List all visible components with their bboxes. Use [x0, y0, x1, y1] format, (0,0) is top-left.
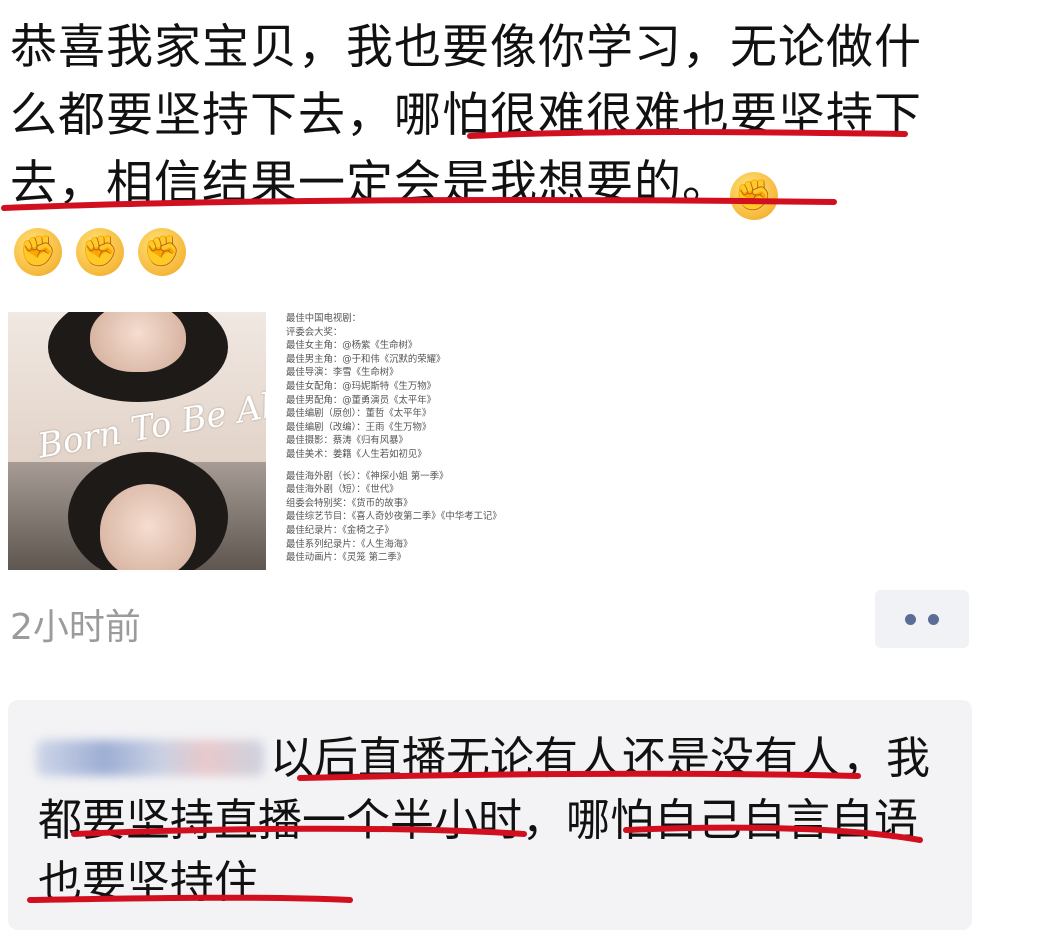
award-list-line: 最佳编剧（改编）：王雨《生万物》 — [286, 421, 432, 433]
poster-face-bottom — [100, 484, 196, 570]
poster-face-top — [90, 312, 186, 372]
raised-fist-emoji-icon: ✊ — [730, 172, 778, 220]
award-list-line: 最佳女配角：@玛妮斯特《生万物》 — [286, 380, 437, 392]
award-list-line: 最佳系列纪录片：《人生海海》 — [286, 538, 413, 550]
award-list-line: 最佳纪录片：《金椅之子》 — [286, 524, 394, 536]
award-list-line: 最佳综艺节目：《喜人奇妙夜第二季》《中华考工记》 — [286, 511, 502, 523]
comment-text: 以后直播无论有人还是没有人，我都要坚持直播一个半小时，哪怕自己自言自语也要坚持住 — [38, 728, 938, 914]
award-list-line: 评委会大奖： — [286, 326, 343, 338]
more-options-button[interactable] — [875, 590, 969, 648]
award-list-line: 最佳美术：姜籍《人生若如初见》 — [286, 448, 427, 460]
emoji-row: ✊ ✊ ✊ — [14, 228, 200, 276]
award-list-line: 最佳海外剧（长）：《神探小姐 第一季》 — [286, 470, 449, 482]
post-timestamp: 2小时前 — [10, 607, 141, 648]
award-list-line: 组委会特别奖：《货币的故事》 — [286, 497, 413, 509]
award-list-image[interactable]: 最佳中国电视剧： 评委会大奖： 最佳女主角：@杨紫《生命树》 最佳男主角：@于和伟《沉… — [286, 312, 516, 572]
award-list-line: 最佳男主角：@于和伟《沉默的荣耀》 — [286, 353, 446, 365]
post-body: 恭喜我家宝贝，我也要像你学习，无论做什么都要坚持下去，哪怕很难很难也要坚持下去，… — [10, 20, 922, 211]
award-list-gap — [286, 462, 516, 470]
more-dots-icon — [928, 613, 939, 625]
more-dots-icon — [905, 613, 916, 625]
comment-box: 以后直播无论有人还是没有人，我都要坚持直播一个半小时，哪怕自己自言自语也要坚持住 — [8, 700, 972, 930]
award-list-line: 最佳摄影：蔡涛《归有风暴》 — [286, 435, 408, 447]
raised-fist-emoji-icon: ✊ — [76, 228, 124, 276]
award-list-line: 最佳中国电视剧： — [286, 313, 362, 324]
award-list-line: 最佳导演：李雪《生命树》 — [286, 367, 399, 379]
award-list-line: 最佳海外剧（短）：《世代》 — [286, 484, 399, 496]
post-text: 恭喜我家宝贝，我也要像你学习，无论做什么都要坚持下去，哪怕很难很难也要坚持下去，… — [10, 14, 960, 220]
drama-poster-image[interactable]: Born To Be Alive — [8, 312, 266, 570]
award-list-line: 最佳动画片：《灵笼 第二季》 — [286, 552, 407, 564]
award-list-line: 最佳男配角：@董勇演员《太平年》 — [286, 394, 437, 406]
raised-fist-emoji-icon: ✊ — [14, 228, 62, 276]
award-list-line: 最佳女主角：@杨紫《生命树》 — [286, 340, 418, 352]
comment-body: 以后直播无论有人还是没有人，我都要坚持直播一个半小时，哪怕自己自言自语也要坚持住 — [38, 733, 930, 908]
raised-fist-emoji-icon: ✊ — [138, 228, 186, 276]
award-list-line: 最佳编剧（原创）：董哲《太平年》 — [286, 408, 432, 420]
